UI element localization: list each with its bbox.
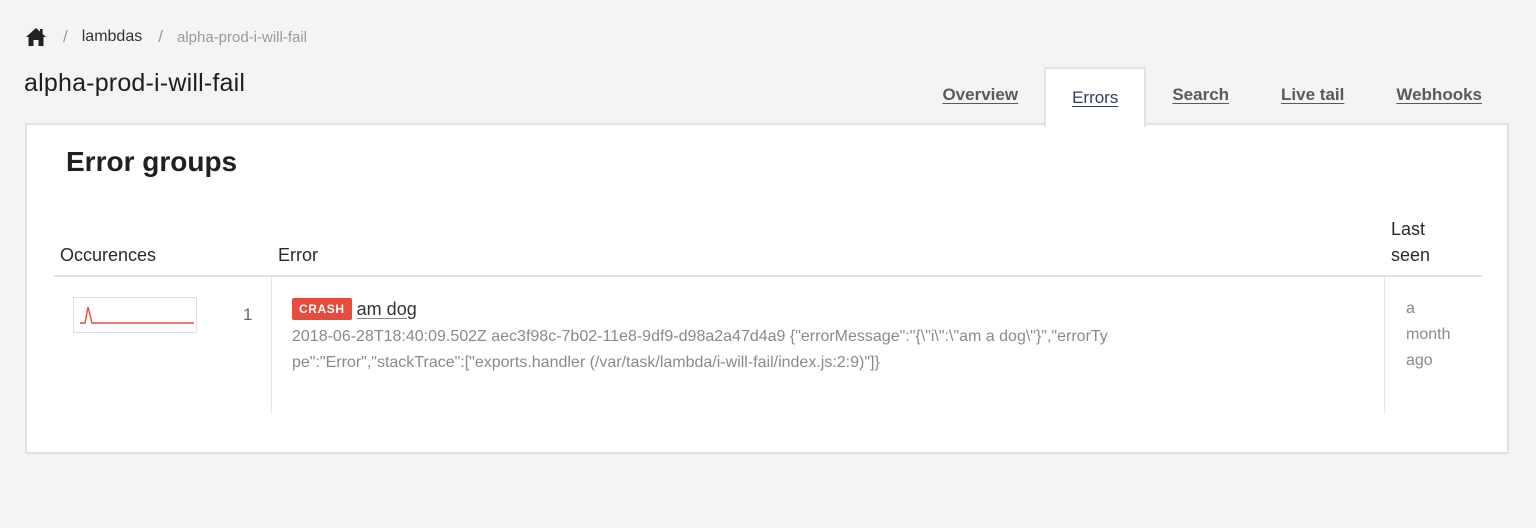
column-header-last-seen-line: Last: [1391, 219, 1426, 239]
breadcrumb-current: alpha-prod-i-will-fail: [176, 28, 307, 46]
tab-webhooks[interactable]: Webhooks: [1370, 67, 1508, 125]
error-title-link[interactable]: am dog: [357, 299, 417, 319]
home-icon[interactable]: [25, 27, 47, 47]
column-header-error: Error: [278, 245, 318, 265]
column-divider: [271, 277, 272, 414]
column-header-occurrences: Occurences: [60, 245, 157, 265]
breadcrumb-separator: /: [63, 27, 68, 46]
last-seen-line: month: [1406, 326, 1451, 343]
breadcrumb-separator: /: [158, 27, 163, 46]
tab-search[interactable]: Search: [1146, 67, 1255, 125]
error-cell: CRASH am dog 2018-06-28T18:40:09.502Z aec…: [292, 298, 1112, 376]
column-header-last-seen-line: seen: [1391, 245, 1431, 265]
sparkline-series: [80, 306, 194, 324]
page-title: alpha-prod-i-will-fail: [24, 69, 246, 97]
error-detail: 2018-06-28T18:40:09.502Z aec3f98c-7b02-1…: [292, 328, 1108, 371]
breadcrumb-lambdas-link[interactable]: lambdas: [82, 28, 142, 46]
table-header-divider: [54, 275, 1482, 277]
occurrence-count: 1: [243, 305, 253, 324]
crash-badge: CRASH: [292, 298, 352, 320]
panel-title: Error groups: [66, 146, 238, 177]
occurrence-sparkline: [73, 297, 197, 333]
column-divider: [1384, 277, 1385, 414]
last-seen-line: a: [1406, 300, 1415, 317]
last-seen-line: ago: [1406, 352, 1433, 369]
last-seen: a month ago: [1406, 296, 1450, 374]
error-groups-panel: Error groups Occurences Error Last seen …: [25, 123, 1509, 454]
breadcrumb: / lambdas / alpha-prod-i-will-fail: [25, 24, 307, 50]
tab-live-tail[interactable]: Live tail: [1255, 67, 1370, 125]
tab-bar: Overview Errors Search Live tail Webhook…: [916, 67, 1508, 127]
column-header-last-seen: Last seen: [1391, 216, 1430, 268]
tab-errors[interactable]: Errors: [1044, 67, 1147, 127]
tab-overview[interactable]: Overview: [916, 67, 1044, 125]
